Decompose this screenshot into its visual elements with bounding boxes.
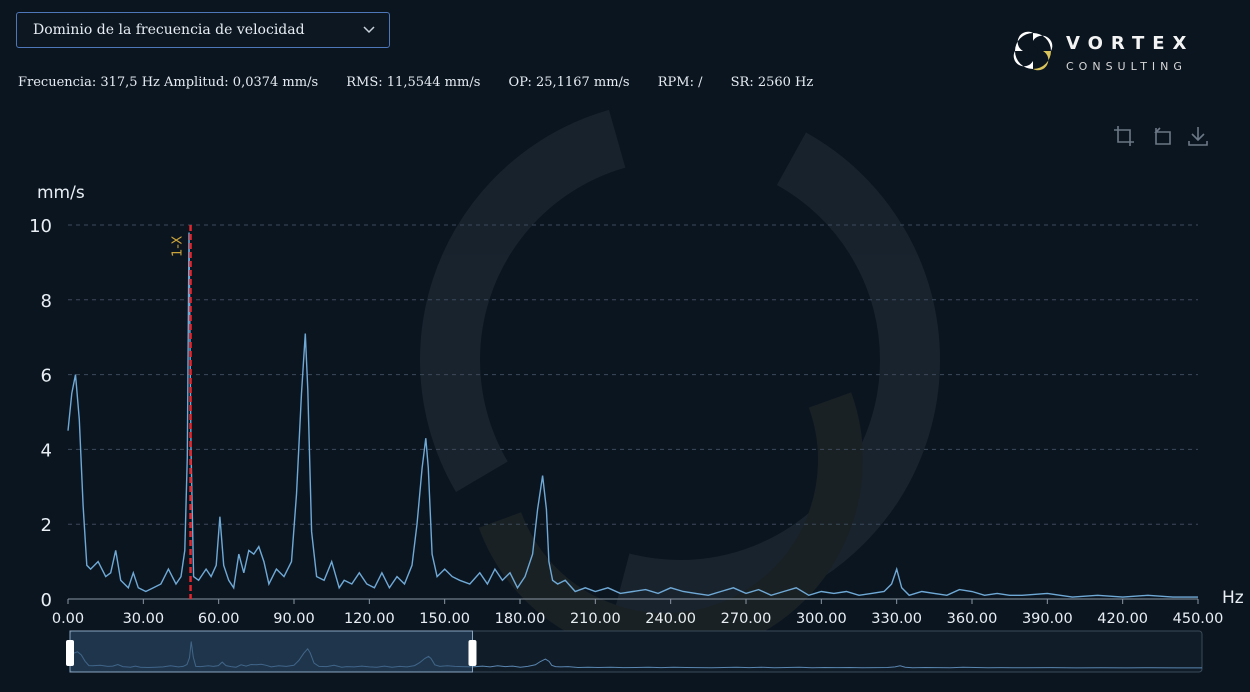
x-tick-label: 450.00 [1173,611,1224,627]
range-slider[interactable] [66,630,1203,673]
slider-handle-left[interactable] [66,640,74,666]
y-axis: 0 2 4 6 8 10 [29,216,52,611]
x-tick-label: 180.00 [495,611,546,627]
x-tick-label: 420.00 [1097,611,1148,627]
y-tick-label: 4 [41,440,52,461]
x-tick-label: 330.00 [871,611,922,627]
x-axis-label: Hz [1222,588,1244,608]
background-watermark [420,100,940,659]
y-tick-label: 6 [41,366,52,387]
y-tick-label: 10 [29,216,52,237]
y-tick-label: 8 [41,291,52,312]
y-tick-label: 2 [41,515,52,536]
x-tick-label: 240.00 [645,611,696,627]
slider-window[interactable] [69,630,473,673]
y-axis-label: mm/s [37,183,85,203]
x-tick-label: 60.00 [198,611,240,627]
y-tick-label: 0 [41,590,52,611]
x-tick-label: 300.00 [796,611,847,627]
x-tick-label: 90.00 [273,611,315,627]
slider-handle-right[interactable] [468,640,477,666]
x-tick-label: 210.00 [570,611,621,627]
x-tick-label: 120.00 [344,611,395,627]
grid-lines [68,224,1198,525]
x-tick-label: 270.00 [721,611,772,627]
x-tick-label: 150.00 [419,611,470,627]
x-tick-label: 30.00 [123,611,165,627]
spectrum-series-line [67,232,1198,598]
x-tick-label: 360.00 [947,611,998,627]
1x-marker-label: 1-X [171,236,186,257]
x-tick-label: 390.00 [1022,611,1073,627]
x-tick-label: 0.00 [52,611,84,627]
velocity-spectrum-chart[interactable]: 0 2 4 6 8 10 0.00 30.00 60.00 90.00 120.00 150.00 1… [0,0,1250,692]
